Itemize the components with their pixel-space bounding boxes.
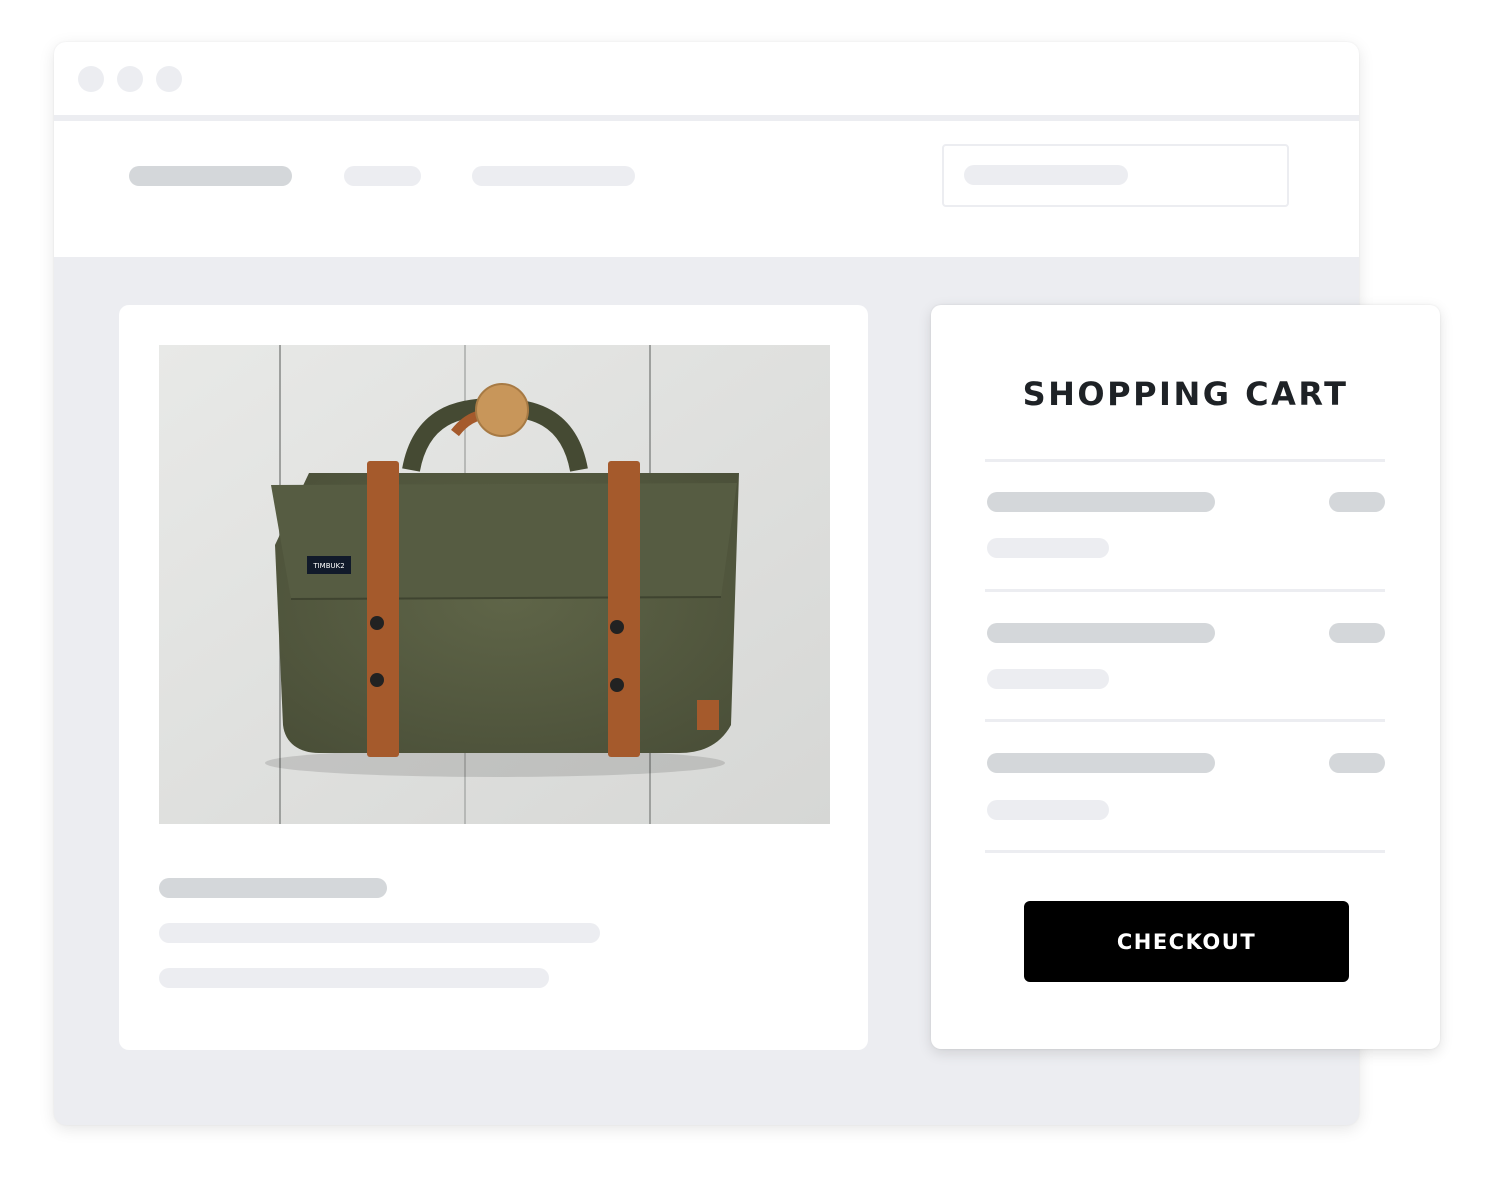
product-card: TIMBUK2 [119,305,868,1050]
divider [985,589,1385,592]
cart-title: SHOPPING CART [1022,375,1349,413]
cart-item-detail-placeholder [987,538,1109,558]
cart-item-price-placeholder [1329,623,1385,643]
window-maximize-dot[interactable] [156,66,182,92]
cart-item-name-placeholder [987,492,1215,512]
cart-item-price-placeholder [1329,753,1385,773]
divider [985,459,1385,462]
leather-strap [608,461,640,757]
cart-item-detail-placeholder [987,669,1109,689]
divider [985,850,1385,853]
leather-strap [367,461,399,757]
bag-illustration: TIMBUK2 [159,345,830,824]
cart-item-name-placeholder [987,623,1215,643]
product-description-placeholder [159,968,549,988]
search-placeholder [964,165,1128,185]
checkout-button[interactable]: CHECKOUT [1024,901,1349,982]
window-minimize-dot[interactable] [117,66,143,92]
search-input[interactable] [942,144,1289,207]
cart-item-detail-placeholder [987,800,1109,820]
nav-link-placeholder[interactable] [472,166,635,186]
product-description-placeholder [159,923,600,943]
cart-item-name-placeholder [987,753,1215,773]
title-bar [54,42,1359,118]
divider [985,719,1385,722]
brand-label-text: TIMBUK2 [312,562,344,570]
window-close-dot[interactable] [78,66,104,92]
product-title-placeholder [159,878,387,898]
product-image[interactable]: TIMBUK2 [159,345,830,824]
site-navbar [54,121,1359,257]
shopping-cart-panel: SHOPPING CART CHECKOUT [931,305,1440,1049]
logo-placeholder[interactable] [129,166,292,186]
nav-link-placeholder[interactable] [344,166,421,186]
cart-item-price-placeholder [1329,492,1385,512]
wooden-peg [475,383,529,437]
